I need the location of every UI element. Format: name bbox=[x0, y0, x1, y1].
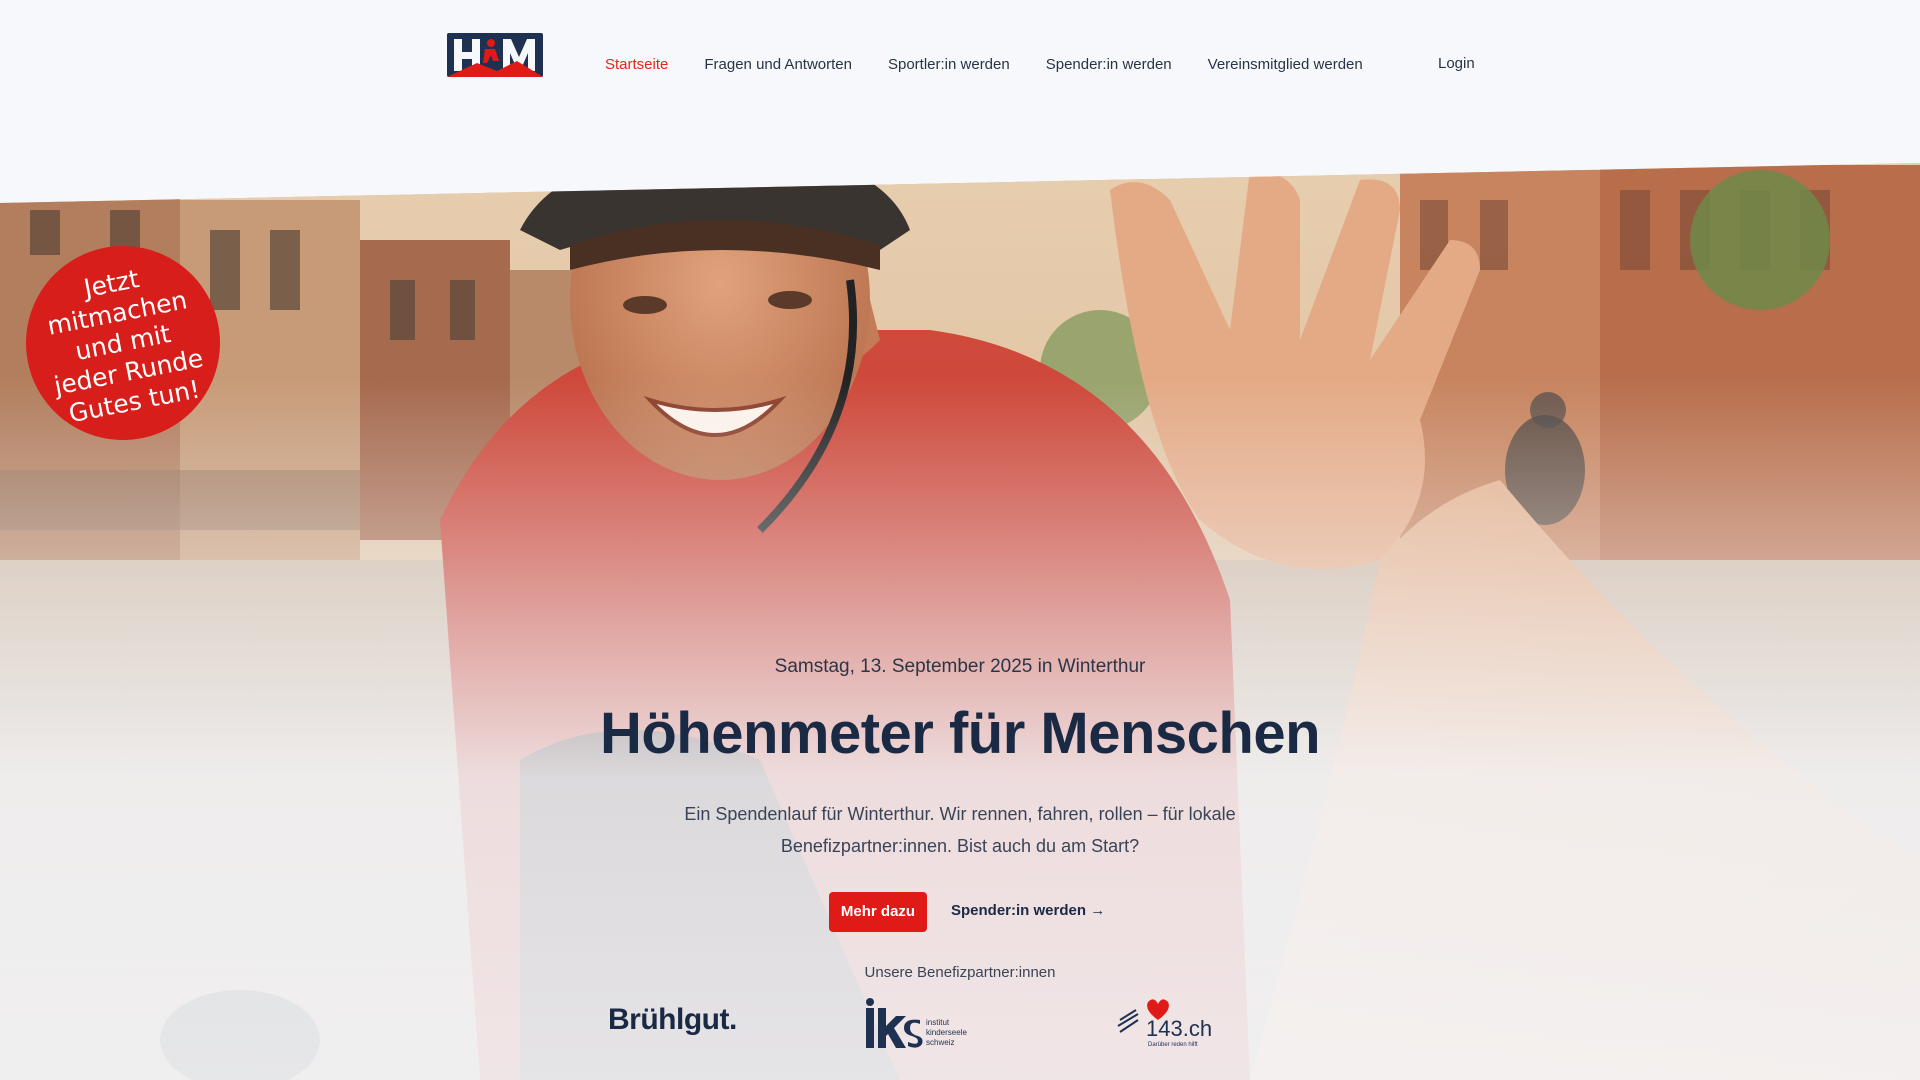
hero-content: Samstag, 13. September 2025 in Winterthu… bbox=[0, 0, 1920, 1080]
partners-label: Unsere Benefizpartner:innen bbox=[864, 964, 1056, 981]
nav-item-vereinsmitglied[interactable]: Vereinsmitglied werden bbox=[1208, 56, 1363, 73]
site-header: Startseite Fragen und Antworten Sportler… bbox=[0, 0, 1920, 140]
cta-badge: Jetzt mitmachen und mit jeder Runde Gute… bbox=[26, 246, 220, 440]
iks-sub-2: kinderseele bbox=[926, 1028, 967, 1037]
nav-item-startseite[interactable]: Startseite bbox=[605, 56, 668, 73]
logo-143-name: 143.ch bbox=[1146, 1016, 1212, 1041]
partner-logo-143[interactable]: 143.ch Darüber reden hilft bbox=[1114, 998, 1224, 1050]
nav-item-spender[interactable]: Spender:in werden bbox=[1046, 56, 1172, 73]
page-title: Höhenmeter für Menschen bbox=[599, 701, 1321, 766]
iks-sub-3: schweiz bbox=[926, 1038, 954, 1047]
logo-143-sub: Darüber reden hilft bbox=[1148, 1042, 1198, 1048]
partner-logo-bruehlgut[interactable]: Brühlgut. bbox=[608, 1003, 737, 1037]
nav-item-faq[interactable]: Fragen und Antworten bbox=[704, 56, 852, 73]
spender-werden-link[interactable]: Spender:in werden → bbox=[951, 902, 1105, 919]
partner-logo-iks[interactable]: institut kinderseele schweiz bbox=[866, 998, 976, 1050]
event-date: Samstag, 13. September 2025 in Winterthu… bbox=[774, 656, 1146, 677]
hero-lead: Ein Spendenlauf für Winterthur. Wir renn… bbox=[684, 804, 1236, 856]
login-link[interactable]: Login bbox=[1438, 55, 1475, 72]
mehr-dazu-button[interactable]: Mehr dazu bbox=[829, 892, 927, 932]
site-logo[interactable] bbox=[447, 33, 543, 77]
nav-item-sportler[interactable]: Sportler:in werden bbox=[888, 56, 1010, 73]
iks-sub-1: institut bbox=[926, 1018, 950, 1027]
main-nav: Startseite Fragen und Antworten Sportler… bbox=[605, 52, 1399, 76]
